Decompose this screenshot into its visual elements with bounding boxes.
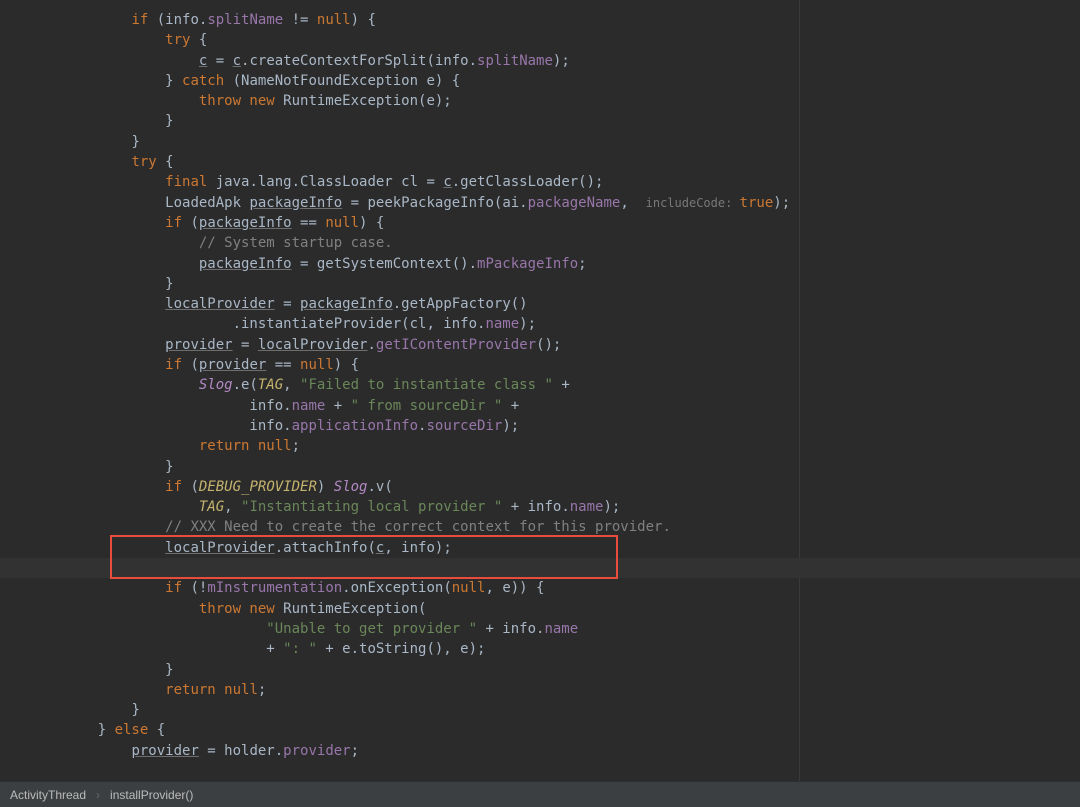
code-line[interactable]: try { <box>64 152 1080 172</box>
code-line[interactable]: } else { <box>64 720 1080 740</box>
code-line[interactable]: packageInfo = getSystemContext().mPackag… <box>64 254 1080 274</box>
code-line[interactable]: // System startup case. <box>64 233 1080 253</box>
code-line[interactable]: final java.lang.ClassLoader cl = c.getCl… <box>64 172 1080 192</box>
code-line[interactable]: try { <box>64 30 1080 50</box>
breadcrumb-separator-icon: › <box>96 788 100 802</box>
code-line[interactable]: provider = localProvider.getIContentProv… <box>64 335 1080 355</box>
code-line[interactable]: throw new RuntimeException(e); <box>64 91 1080 111</box>
code-line[interactable]: if (packageInfo == null) { <box>64 213 1080 233</box>
code-line[interactable]: throw new RuntimeException( <box>64 599 1080 619</box>
code-line[interactable]: LoadedApk packageInfo = peekPackageInfo(… <box>64 193 1080 213</box>
code-line[interactable]: provider = holder.provider; <box>64 741 1080 761</box>
code-line[interactable]: } <box>64 700 1080 720</box>
code-line[interactable]: Slog.e(TAG, "Failed to instantiate class… <box>64 375 1080 395</box>
code-line[interactable]: TAG, "Instantiating local provider " + i… <box>64 497 1080 517</box>
code-line[interactable]: } <box>64 660 1080 680</box>
code-line[interactable]: + ": " + e.toString(), e); <box>64 639 1080 659</box>
code-block[interactable]: if (info.splitName != null) { try { c = … <box>0 10 1080 761</box>
code-line[interactable]: if (DEBUG_PROVIDER) Slog.v( <box>64 477 1080 497</box>
code-line[interactable]: return null; <box>64 680 1080 700</box>
code-line[interactable]: c = c.createContextForSplit(info.splitNa… <box>64 51 1080 71</box>
right-margin-guide <box>799 0 800 781</box>
code-line[interactable]: if (provider == null) { <box>64 355 1080 375</box>
code-line[interactable]: localProvider.attachInfo(c, info); <box>64 538 1080 558</box>
code-line[interactable]: "Unable to get provider " + info.name <box>64 619 1080 639</box>
code-line[interactable]: info.applicationInfo.sourceDir); <box>64 416 1080 436</box>
breadcrumb-class[interactable]: ActivityThread <box>10 788 86 802</box>
breadcrumb-bar: ActivityThread › installProvider() <box>0 781 1080 807</box>
code-line[interactable]: } <box>64 457 1080 477</box>
code-line[interactable]: .instantiateProvider(cl, info.name); <box>64 314 1080 334</box>
code-line[interactable]: localProvider = packageInfo.getAppFactor… <box>64 294 1080 314</box>
code-line[interactable]: } catch (NameNotFoundException e) { <box>64 71 1080 91</box>
code-line[interactable]: } <box>64 274 1080 294</box>
breadcrumb-method[interactable]: installProvider() <box>110 788 193 802</box>
code-line[interactable]: if (!mInstrumentation.onException(null, … <box>64 578 1080 598</box>
code-line[interactable]: if (info.splitName != null) { <box>64 10 1080 30</box>
code-editor[interactable]: if (info.splitName != null) { try { c = … <box>0 0 1080 781</box>
code-line[interactable]: // XXX Need to create the correct contex… <box>64 517 1080 537</box>
caret-line-highlight <box>0 558 1080 578</box>
code-line[interactable]: } <box>64 132 1080 152</box>
code-line[interactable]: info.name + " from sourceDir " + <box>64 396 1080 416</box>
code-line[interactable]: } <box>64 111 1080 131</box>
code-line[interactable]: return null; <box>64 436 1080 456</box>
